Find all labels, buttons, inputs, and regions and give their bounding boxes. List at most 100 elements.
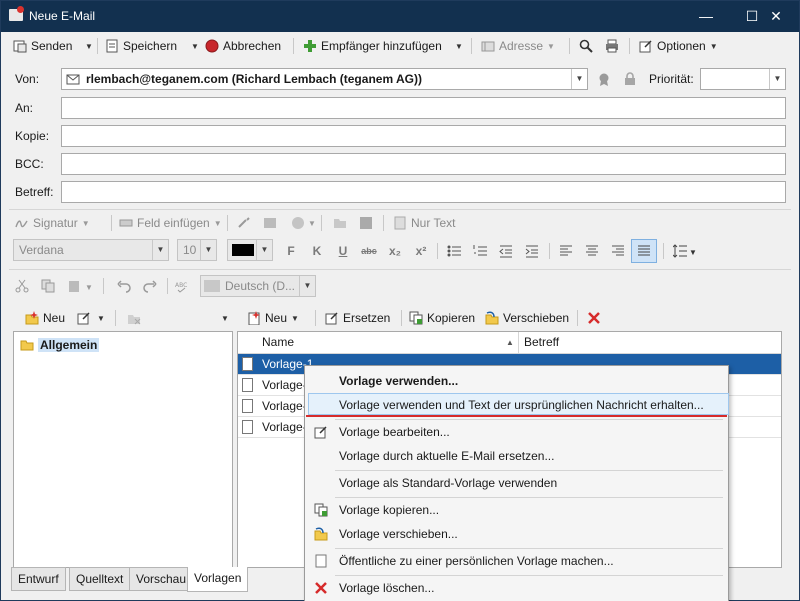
font-size-select[interactable]: 10 ▼ (177, 239, 217, 261)
subject-field[interactable] (61, 181, 786, 203)
undo-icon[interactable] (117, 279, 131, 293)
insert-field-dropdown-icon[interactable]: ▼ (214, 219, 222, 228)
strikethrough-button[interactable]: abc (359, 242, 379, 260)
paste-icon[interactable] (67, 279, 81, 293)
indent-icon[interactable] (525, 244, 539, 258)
print-icon[interactable] (605, 39, 619, 53)
folder-attach-icon[interactable] (333, 216, 347, 230)
numbered-list-icon[interactable] (473, 244, 487, 258)
tab-vorschau[interactable]: Vorschau (129, 567, 194, 591)
priority-select[interactable]: ▼ (700, 68, 786, 90)
menu-item-use[interactable]: Vorlage verwenden... (339, 374, 458, 388)
context-menu: Vorlage verwenden... Vorlage verwenden u… (304, 365, 729, 601)
cancel-button[interactable]: Abbrechen (205, 36, 281, 56)
align-right-icon[interactable] (611, 244, 625, 258)
italic-button[interactable]: K (307, 242, 327, 260)
edit-folder-dropdown-icon[interactable]: ▼ (97, 314, 105, 323)
bullet-list-icon[interactable] (447, 244, 461, 258)
send-dropdown-icon[interactable]: ▼ (85, 42, 93, 51)
line-spacing-dropdown-icon[interactable]: ▼ (689, 248, 697, 257)
delete-folder-icon[interactable] (127, 311, 141, 325)
signature-dropdown-icon[interactable]: ▼ (82, 219, 90, 228)
justify-button[interactable] (631, 239, 657, 263)
underline-button[interactable]: U (333, 242, 353, 260)
redo-icon[interactable] (143, 279, 157, 293)
address-button[interactable]: Adresse ▼ (481, 36, 555, 56)
replace-button[interactable]: Ersetzen (325, 308, 390, 328)
align-left-icon[interactable] (559, 244, 573, 258)
align-center-icon[interactable] (585, 244, 599, 258)
font-color-select[interactable]: ▼ (227, 239, 273, 261)
emoji-dropdown-icon[interactable]: ▼ (308, 219, 316, 228)
superscript-button[interactable]: x² (411, 242, 431, 260)
options-button[interactable]: Optionen ▼ (639, 36, 718, 56)
menu-item-set-default[interactable]: Vorlage als Standard-Vorlage verwenden (339, 476, 557, 490)
language-dropdown-icon[interactable]: ▼ (299, 276, 315, 296)
menu-item-move[interactable]: Vorlage verschieben... (339, 527, 458, 541)
minimize-button[interactable]: — (683, 1, 729, 32)
font-color-dropdown-icon[interactable]: ▼ (256, 240, 272, 260)
subject-label: Betreff: (15, 185, 54, 199)
edit-folder-icon[interactable] (77, 311, 91, 325)
tree-item-allgemein[interactable]: Allgemein (20, 338, 100, 352)
line-spacing-icon[interactable] (672, 244, 687, 258)
menu-item-use-with-text[interactable]: Vorlage verwenden und Text der ursprüngl… (339, 398, 704, 412)
link-icon[interactable] (237, 216, 251, 230)
add-recipient-button[interactable]: Empfänger hinzufügen (303, 36, 442, 56)
font-select[interactable]: Verdana ▼ (13, 239, 169, 261)
language-select[interactable]: Deutsch (D... ▼ (200, 275, 316, 297)
save-button[interactable]: Speichern (105, 36, 177, 56)
tab-quelltext[interactable]: Quelltext (69, 567, 131, 591)
bcc-label: BCC: (15, 157, 44, 171)
new-template-dropdown-icon[interactable]: ▼ (291, 314, 299, 323)
plain-text-button[interactable]: Nur Text (393, 213, 455, 233)
delete-icon (314, 581, 328, 595)
document-icon (242, 357, 253, 371)
row-name: Vorlage- (262, 399, 307, 413)
menu-item-make-personal[interactable]: Öffentliche zu einer persönlichen Vorlag… (339, 554, 614, 568)
add-recipient-dropdown-icon[interactable]: ▼ (455, 42, 463, 51)
bcc-field[interactable] (61, 153, 786, 175)
certificate-icon[interactable] (597, 72, 611, 86)
tab-vorlagen[interactable]: Vorlagen (187, 567, 249, 592)
priority-dropdown-icon[interactable]: ▼ (769, 69, 785, 89)
insert-field-button[interactable]: Feld einfügen ▼ (119, 213, 222, 233)
copy-icon[interactable] (41, 279, 55, 293)
font-dropdown-icon[interactable]: ▼ (152, 240, 168, 260)
menu-item-copy[interactable]: Vorlage kopieren... (339, 503, 439, 517)
search-icon[interactable] (579, 39, 593, 53)
insert-field-icon (119, 216, 133, 230)
from-select[interactable]: rlembach@teganem.com (Richard Lembach (t… (61, 68, 588, 90)
close-button[interactable]: ✕ (753, 1, 799, 32)
delete-template-icon[interactable] (587, 311, 601, 325)
save-dropdown-icon[interactable]: ▼ (191, 42, 199, 51)
menu-item-edit[interactable]: Vorlage bearbeiten... (339, 425, 450, 439)
lock-icon[interactable] (623, 72, 637, 86)
column-header-name[interactable]: Name (262, 335, 294, 349)
save-attachment-icon[interactable] (359, 216, 373, 230)
cut-icon[interactable] (15, 279, 29, 293)
emoji-icon[interactable] (291, 216, 305, 230)
image-icon[interactable] (263, 216, 277, 230)
move-template-button[interactable]: Verschieben (485, 308, 569, 328)
folder-pane-dropdown-icon[interactable]: ▼ (221, 314, 229, 323)
menu-item-replace-current[interactable]: Vorlage durch aktuelle E-Mail ersetzen..… (339, 449, 554, 463)
spellcheck-icon[interactable]: ABC (175, 279, 189, 293)
tab-entwurf[interactable]: Entwurf (11, 567, 66, 591)
to-field[interactable] (61, 97, 786, 119)
paste-dropdown-icon[interactable]: ▼ (85, 283, 93, 292)
subscript-button[interactable]: x₂ (385, 242, 405, 260)
column-header-subject[interactable]: Betreff (524, 335, 559, 349)
copy-template-button[interactable]: Kopieren (409, 308, 475, 328)
from-dropdown-icon[interactable]: ▼ (571, 69, 587, 89)
new-folder-button[interactable]: Neu (25, 308, 65, 328)
font-size-dropdown-icon[interactable]: ▼ (200, 240, 216, 260)
new-template-button[interactable]: Neu ▼ (247, 308, 299, 328)
send-button[interactable]: Senden (13, 36, 72, 56)
outdent-icon[interactable] (499, 244, 513, 258)
signature-button[interactable]: Signatur ▼ (15, 213, 90, 233)
menu-item-delete[interactable]: Vorlage löschen... (339, 581, 434, 595)
address-dropdown-icon[interactable]: ▼ (547, 42, 555, 51)
cc-field[interactable] (61, 125, 786, 147)
bold-button[interactable]: F (281, 242, 301, 260)
